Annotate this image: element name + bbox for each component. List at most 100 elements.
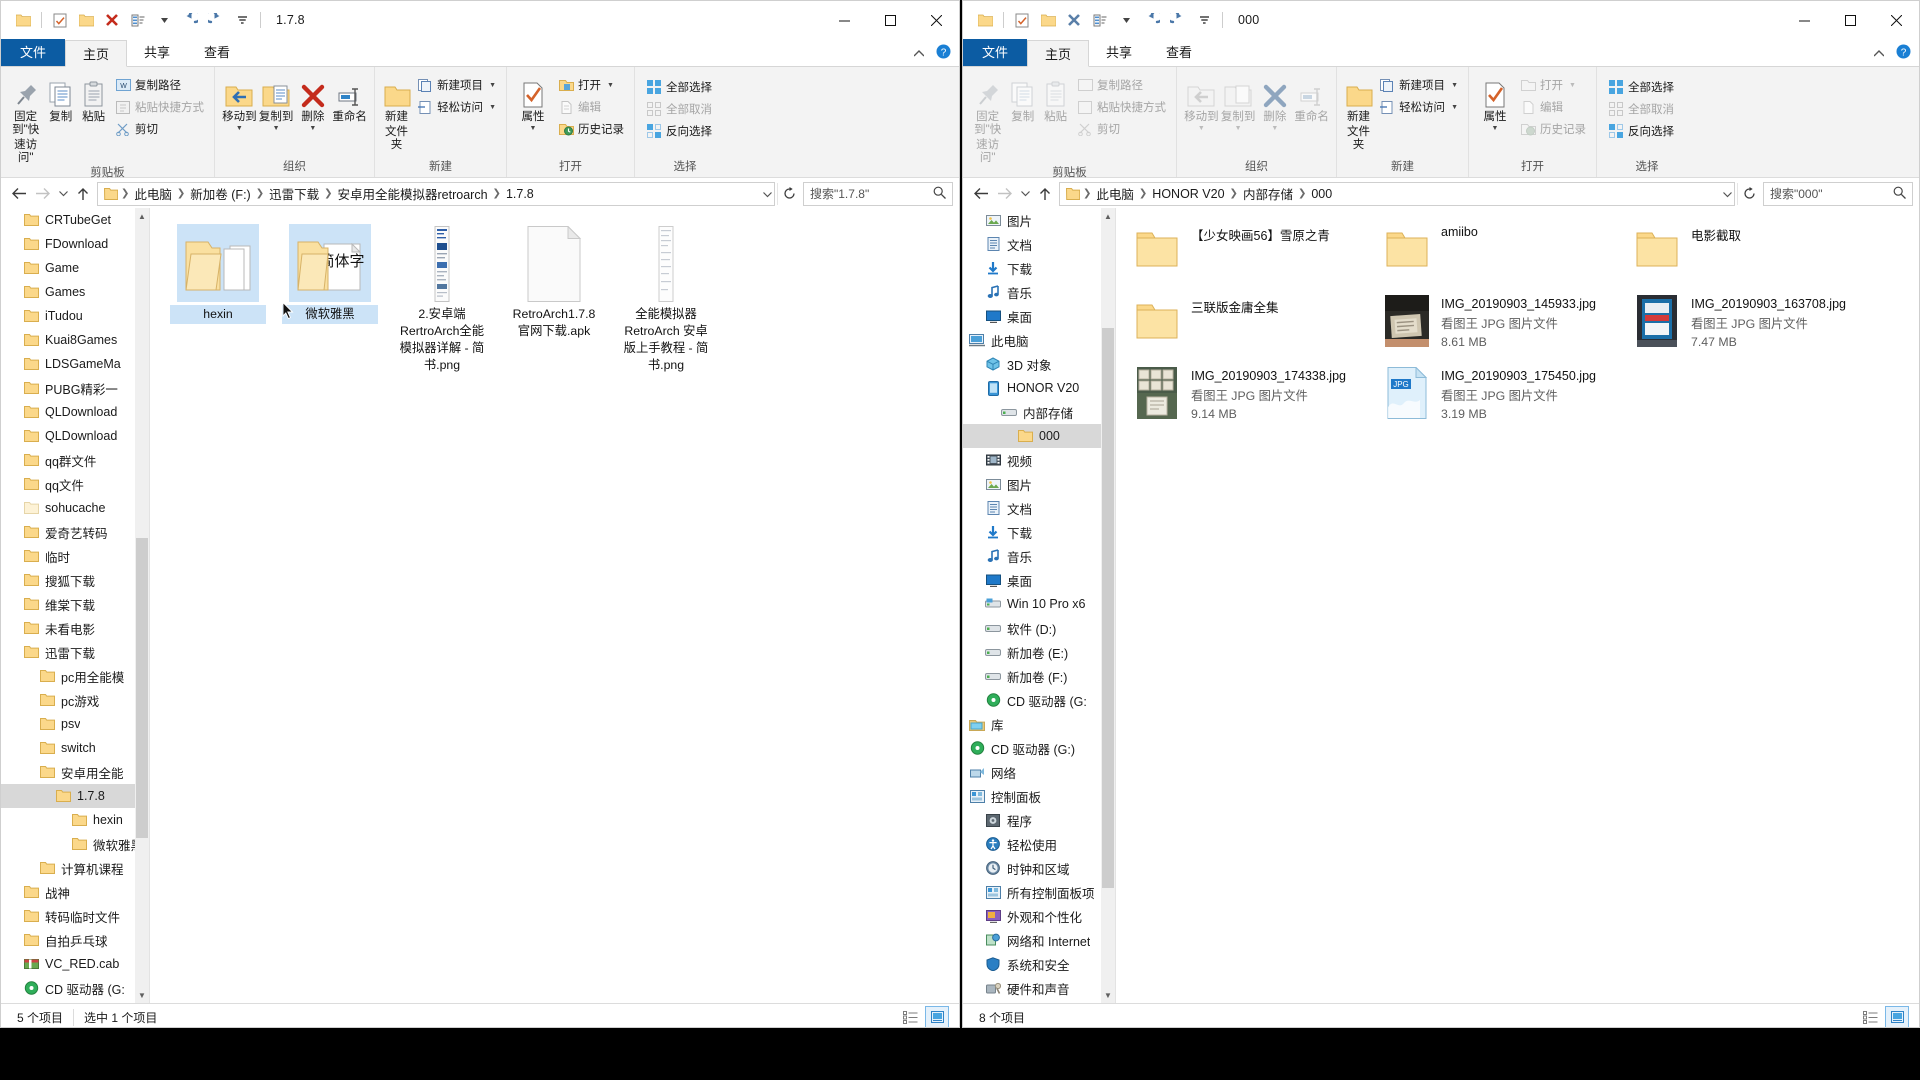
nav-item-9[interactable]: QLDownload bbox=[1, 424, 135, 448]
nav-item-15[interactable]: 桌面 bbox=[963, 568, 1101, 592]
details-view-icon[interactable] bbox=[1859, 1007, 1881, 1027]
tab-share[interactable]: 共享 bbox=[1089, 39, 1149, 66]
new-folder-icon[interactable] bbox=[1035, 7, 1061, 33]
help-icon[interactable]: ? bbox=[1896, 44, 1911, 62]
ribbon-tabs-left[interactable]: 文件 主页 共享 查看 ? bbox=[1, 39, 959, 67]
delete-icon[interactable] bbox=[1061, 7, 1087, 33]
file-tile[interactable]: IMG_20190903_145933.jpg 看图王 JPG 图片文件 8.61 … bbox=[1378, 292, 1620, 360]
tab-file[interactable]: 文件 bbox=[1, 39, 66, 66]
nav-item-14[interactable]: 临时 bbox=[1, 544, 135, 568]
maximize-button[interactable] bbox=[1827, 1, 1873, 39]
paste-shortcut-button[interactable]: 粘贴快捷方式 bbox=[1072, 96, 1170, 118]
breadcrumb-item-1[interactable]: HONOR V20 bbox=[1148, 187, 1228, 201]
nav-item-30[interactable]: 网络和 Internet bbox=[963, 928, 1101, 952]
close-button[interactable] bbox=[1873, 1, 1919, 39]
chevron-down-icon[interactable]: ▼ bbox=[1235, 125, 1242, 132]
tab-view[interactable]: 查看 bbox=[1149, 39, 1209, 66]
file-tile[interactable]: 全能模拟器RetroArch 安卓版上手教程 - 简书.png bbox=[616, 224, 716, 375]
properties-button[interactable]: 属性 ▼ bbox=[1475, 71, 1515, 132]
nav-item-9[interactable]: 000 bbox=[963, 424, 1101, 448]
tab-view[interactable]: 查看 bbox=[187, 39, 247, 66]
nav-item-1[interactable]: 文档 bbox=[963, 232, 1101, 256]
window-controls-right[interactable] bbox=[1781, 1, 1919, 39]
edit-button[interactable]: 编辑 bbox=[1515, 96, 1590, 118]
undo-icon[interactable] bbox=[203, 7, 229, 33]
copy-path-button[interactable]: 复制路径 bbox=[1072, 74, 1170, 96]
search-input[interactable]: 搜索"1.7.8" bbox=[803, 181, 953, 206]
window-controls-left[interactable] bbox=[821, 1, 959, 39]
nav-item-23[interactable]: 网络 bbox=[963, 760, 1101, 784]
properties-button[interactable]: 属性 ▼ bbox=[513, 71, 553, 132]
details-view-icon[interactable] bbox=[899, 1007, 921, 1027]
chevron-down-icon[interactable]: ▼ bbox=[489, 104, 496, 111]
nav-item-21[interactable]: 库 bbox=[963, 712, 1101, 736]
nav-item-10[interactable]: 视频 bbox=[963, 448, 1101, 472]
nav-item-8[interactable]: 内部存储 bbox=[963, 400, 1101, 424]
redo-icon[interactable] bbox=[1139, 7, 1165, 33]
breadcrumb[interactable]: ❯ 此电脑 ❯ HONOR V20 ❯ 内部存储 ❯ 000 bbox=[1082, 184, 1723, 203]
chevron-down-icon[interactable]: ▼ bbox=[236, 125, 243, 132]
large-icons-view-icon[interactable] bbox=[1885, 1006, 1909, 1027]
nav-item-25[interactable]: 程序 bbox=[963, 808, 1101, 832]
chevron-down-icon[interactable]: ▼ bbox=[1569, 82, 1576, 89]
copy-button[interactable]: 复制 bbox=[44, 71, 77, 124]
scroll-up-arrow-icon[interactable]: ▲ bbox=[1101, 208, 1115, 224]
file-tile[interactable]: 三联版金庸全集 bbox=[1128, 292, 1370, 360]
nav-item-24[interactable]: 控制面板 bbox=[963, 784, 1101, 808]
up-button[interactable] bbox=[71, 182, 95, 206]
file-tile[interactable]: IMG_20190903_174338.jpg 看图王 JPG 图片文件 9.14 … bbox=[1128, 364, 1370, 432]
nav-item-0[interactable]: CRTubeGet bbox=[1, 208, 135, 232]
nav-item-16[interactable]: Win 10 Pro x6 bbox=[963, 592, 1101, 616]
nav-item-31[interactable]: VC_RED.cab bbox=[1, 952, 135, 976]
recent-locations-button[interactable] bbox=[1017, 182, 1033, 206]
view-buttons-left[interactable] bbox=[899, 1006, 953, 1027]
file-tile[interactable]: 电影截取 bbox=[1628, 220, 1870, 288]
select-all-button[interactable]: 全部选择 bbox=[641, 76, 716, 98]
ribbon-tabs-right[interactable]: 文件 主页 共享 查看 ? bbox=[963, 39, 1919, 67]
help-icon[interactable]: ? bbox=[936, 44, 951, 62]
nav-item-2[interactable]: Game bbox=[1, 256, 135, 280]
nav-item-6[interactable]: LDSGameMa bbox=[1, 352, 135, 376]
nav-item-25[interactable]: hexin bbox=[1, 808, 135, 832]
nav-item-26[interactable]: 轻松使用 bbox=[963, 832, 1101, 856]
qat-sort-caret-icon[interactable] bbox=[1113, 7, 1139, 33]
address-dropdown-icon[interactable] bbox=[1723, 187, 1732, 201]
title-bar-right[interactable]: 000 bbox=[963, 1, 1919, 39]
navigation-tree-right[interactable]: 图片 文档 下载 音乐 桌面 此电脑 3D 对象 HONOR V20 内部存储 000 视频 图片 文档… bbox=[963, 208, 1101, 1003]
properties-icon[interactable] bbox=[47, 7, 73, 33]
nav-item-16[interactable]: 维棠下载 bbox=[1, 592, 135, 616]
breadcrumb-item-3[interactable]: 000 bbox=[1307, 187, 1336, 201]
chevron-down-icon[interactable]: ▼ bbox=[309, 125, 316, 132]
move-to-button[interactable]: 移动到 ▼ bbox=[221, 71, 258, 132]
file-tile[interactable]: 2.安卓端RertroArch全能模拟器详解 - 简书.png bbox=[392, 224, 492, 375]
history-button[interactable]: 历史记录 bbox=[1515, 118, 1590, 140]
nav-item-26[interactable]: 微软雅黑 bbox=[1, 832, 135, 856]
up-button[interactable] bbox=[1033, 182, 1057, 206]
cut-button[interactable]: 剪切 bbox=[1072, 118, 1170, 140]
copy-button[interactable]: 复制 bbox=[1006, 71, 1039, 124]
search-icon[interactable] bbox=[1893, 186, 1906, 202]
file-list-right[interactable]: 【少女映画56】雪原之青 amiibo 电影截取 三联版金庸全集 IMG_2019090… bbox=[1116, 208, 1919, 1003]
move-to-button[interactable]: 移动到 ▼ bbox=[1183, 71, 1220, 132]
nav-item-22[interactable]: switch bbox=[1, 736, 135, 760]
chevron-down-icon[interactable]: ▼ bbox=[1198, 125, 1205, 132]
file-tile[interactable]: IMG_20190903_163708.jpg 看图王 JPG 图片文件 7.47 … bbox=[1628, 292, 1870, 360]
nav-item-21[interactable]: psv bbox=[1, 712, 135, 736]
history-button[interactable]: 历史记录 bbox=[553, 118, 628, 140]
scroll-up-arrow-icon[interactable]: ▲ bbox=[135, 208, 149, 224]
breadcrumb-item-1[interactable]: 新加卷 (F:) bbox=[186, 184, 254, 203]
nav-item-18[interactable]: 新加卷 (E:) bbox=[963, 640, 1101, 664]
customize-qat-icon[interactable] bbox=[1191, 7, 1217, 33]
nav-item-33[interactable]: 库 bbox=[1, 1000, 135, 1003]
nav-item-24[interactable]: 1.7.8 bbox=[1, 784, 135, 808]
ribbon-collapse-icon[interactable] bbox=[1873, 46, 1885, 60]
customize-qat-icon[interactable] bbox=[229, 7, 255, 33]
paste-button[interactable]: 粘贴 bbox=[1039, 71, 1072, 124]
nav-item-12[interactable]: sohucache bbox=[1, 496, 135, 520]
qat-sort-caret-icon[interactable] bbox=[151, 7, 177, 33]
file-tile[interactable]: amiibo bbox=[1378, 220, 1620, 288]
title-bar-left[interactable]: 1.7.8 bbox=[1, 1, 959, 39]
nav-item-3[interactable]: Games bbox=[1, 280, 135, 304]
nav-item-11[interactable]: 图片 bbox=[963, 472, 1101, 496]
breadcrumb-item-2[interactable]: 内部存储 bbox=[1239, 184, 1297, 203]
